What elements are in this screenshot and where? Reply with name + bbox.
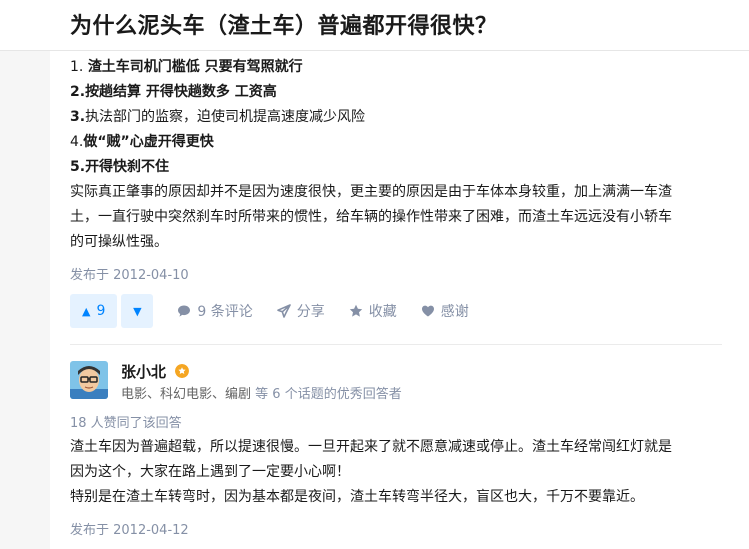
share-label: 分享 (296, 304, 325, 320)
author-honor: 等 6 个话题的优秀回答者 (255, 387, 402, 402)
reason-item-3: 3.执法部门的监察，迫使司机提高速度减少风险 (70, 105, 365, 130)
question-header: 为什么泥头车（渣土车）普遍都开得很快？ (0, 0, 749, 51)
paragraph-line: 渣土车因为普遍超载，所以提速很慢。一旦开起来了就不愿意减速或停止。渣土车经常闯红… (70, 439, 672, 455)
answer-divider (70, 344, 722, 345)
reason-text: 做“贼”心虚开得更快 (83, 134, 214, 150)
downvote-icon: ▼ (133, 304, 142, 318)
reason-number: 1. (70, 59, 84, 75)
upvote-icon: ▲ (82, 304, 91, 318)
thanks-label: 感谢 (440, 304, 469, 320)
reason-item-1: 1. 渣土车司机门槛低 只要有驾照就行 (70, 55, 365, 80)
reasons-list: 1. 渣土车司机门槛低 只要有驾照就行 2.按趟结算 开得快趟数多 工资高 3.… (70, 55, 365, 180)
reason-text: 按趟结算 开得快趟数多 工资高 (85, 84, 277, 100)
reason-number: 2. (70, 84, 86, 100)
author-name[interactable]: 张小北 (121, 361, 166, 382)
reason-number: 4. (70, 134, 84, 150)
collect-label: 收藏 (368, 304, 397, 320)
comments-label: 9 条评论 (197, 304, 253, 320)
reason-text: 渣土车司机门槛低 只要有驾照就行 (87, 59, 303, 75)
paragraph-line: 特别是在渣土车转弯时，因为基本都是夜间，渣土车转弯半径大，盲区也大，千万不要靠近… (70, 489, 644, 505)
reason-text: 执法部门的监察，迫使司机提高速度减少风险 (85, 109, 366, 125)
avatar-image (70, 361, 108, 399)
author-description: 电影、科幻电影、编剧 等 6 个话题的优秀回答者 (121, 383, 402, 402)
reason-item-4: 4.做“贼”心虚开得更快 (70, 130, 365, 155)
reason-item-5: 5.开得快刹不住 (70, 155, 365, 180)
answer-card: 1. 渣土车司机门槛低 只要有驾照就行 2.按趟结算 开得快趟数多 工资高 3.… (50, 51, 749, 549)
downvote-button[interactable]: ▼ (121, 294, 154, 328)
reason-text: 开得快刹不住 (85, 159, 170, 175)
paragraph-line: 的可操纵性强。 (70, 234, 168, 250)
author-topics[interactable]: 电影、科幻电影、编剧 (121, 387, 251, 402)
share-icon (276, 304, 291, 318)
publish-date-2[interactable]: 发布于 2012-04-12 (70, 519, 189, 538)
comment-icon (178, 305, 191, 317)
reason-number: 5. (70, 159, 86, 175)
excellence-badge-icon (175, 364, 189, 378)
question-title: 为什么泥头车（渣土车）普遍都开得很快？ (70, 14, 498, 39)
answer-paragraph: 实际真正肇事的原因却并不是因为速度很快，更主要的原因是由于车体本身较重，加上满满… (70, 180, 730, 255)
upvote-count: 9 (96, 303, 106, 319)
reason-item-2: 2.按趟结算 开得快趟数多 工资高 (70, 80, 365, 105)
reason-number: 3. (70, 109, 86, 125)
publish-date[interactable]: 发布于 2012-04-10 (70, 264, 189, 283)
comments-button[interactable]: 9 条评论 (177, 301, 253, 321)
avatar[interactable] (70, 361, 108, 399)
heart-icon (421, 305, 434, 317)
approval-count[interactable]: 18 人赞同了该回答 (70, 412, 182, 431)
paragraph-line: 土，一直行驶中突然刹车时所带来的惯性，给车辆的操作性带来了困难，而渣土车远远没有… (70, 209, 672, 225)
paragraph-line: 实际真正肇事的原因却并不是因为速度很快，更主要的原因是由于车体本身较重，加上满满… (70, 184, 672, 200)
answer2-paragraph: 渣土车因为普遍超载，所以提速很慢。一旦开起来了就不愿意减速或停止。渣土车经常闯红… (70, 435, 730, 510)
answer-actions: ▲ 9 ▼ 9 条评论 分享 收藏 感谢 (70, 294, 469, 328)
thanks-button[interactable]: 感谢 (421, 301, 469, 321)
paragraph-line: 因为这个，大家在路上遇到了一定要小心啊！ (70, 464, 350, 480)
star-icon (349, 304, 362, 317)
share-button[interactable]: 分享 (276, 301, 325, 321)
collect-button[interactable]: 收藏 (349, 301, 397, 321)
upvote-button[interactable]: ▲ 9 (70, 294, 118, 328)
